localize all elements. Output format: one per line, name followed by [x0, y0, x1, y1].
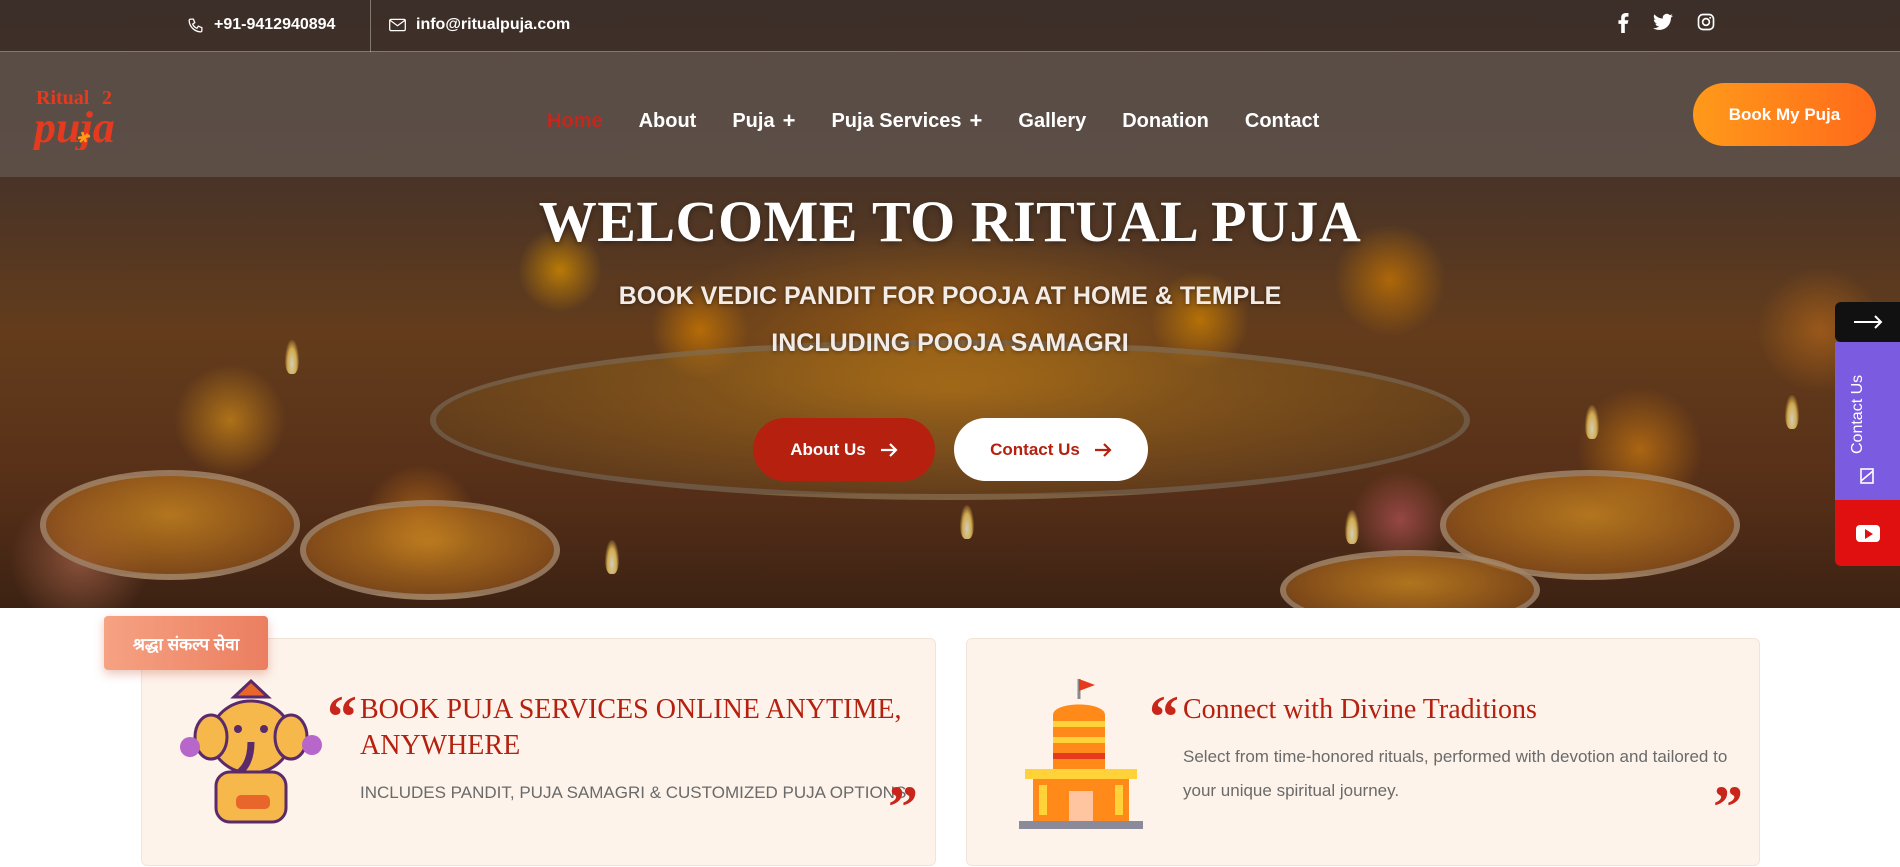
instagram-icon[interactable]: [1697, 13, 1715, 31]
nav-about[interactable]: About: [639, 108, 697, 134]
card2-text: Select from time-honored rituals, perfor…: [1183, 747, 1728, 800]
nav-gallery[interactable]: Gallery: [1018, 108, 1086, 134]
ganesha-illustration: [180, 678, 322, 824]
card1-title: BOOK PUJA SERVICES ONLINE ANYTIME, ANYWH…: [360, 694, 902, 761]
social-links: [1617, 13, 1715, 33]
envelope-icon: [1860, 468, 1874, 484]
youtube-tab[interactable]: [1835, 500, 1900, 566]
phone-number[interactable]: +91-9412940894: [214, 16, 335, 34]
nav-home[interactable]: Home: [547, 108, 603, 134]
twitter-icon[interactable]: [1653, 13, 1673, 31]
primary-nav: Home About Puja + Puja Services + Gallery …: [547, 108, 1355, 134]
nav-puja-services[interactable]: Puja Services +: [831, 108, 982, 134]
quote-close-icon: ”: [888, 774, 918, 840]
arrow-right-icon: [880, 442, 898, 457]
card2-title: Connect with Divine Traditions: [1183, 694, 1537, 725]
temple-illustration: [1019, 679, 1143, 829]
quote-open-icon: “: [1149, 684, 1179, 750]
email-link[interactable]: info@ritualpuja.com: [389, 16, 570, 34]
facebook-icon[interactable]: [1617, 13, 1629, 33]
side-toggle-button[interactable]: [1835, 302, 1900, 342]
side-contact-tab[interactable]: Contact Us: [1835, 342, 1900, 500]
youtube-icon: [1855, 524, 1880, 542]
nav-donation[interactable]: Donation: [1122, 108, 1209, 134]
svg-text:puja: puja: [32, 103, 115, 150]
phone-icon: [188, 17, 203, 33]
feature-card-traditions: “ Connect with Divine Traditions Select …: [966, 638, 1760, 866]
nav-contact[interactable]: Contact: [1245, 108, 1319, 134]
quote-close-icon: ”: [1713, 774, 1743, 840]
shraddha-badge: श्रद्धा संकल्प सेवा: [104, 616, 268, 670]
arrow-right-icon: [1094, 442, 1112, 457]
long-arrow-right-icon: [1853, 315, 1882, 329]
site-logo[interactable]: Ritual 2 puja: [32, 80, 132, 150]
hero-subtitle-line2: INCLUDING POOJA SAMAGRI: [771, 329, 1129, 357]
mail-icon: [389, 18, 406, 32]
card1-text: INCLUDES PANDIT, PUJA SAMAGRI & CUSTOMIZ…: [360, 783, 907, 802]
hero-subtitle-line1: BOOK VEDIC PANDIT FOR POOJA AT HOME & TE…: [618, 282, 1282, 310]
hero-title: WELCOME TO RITUAL PUJA: [538, 189, 1362, 254]
plus-icon: +: [969, 108, 983, 133]
book-my-puja-button[interactable]: Book My Puja: [1693, 83, 1876, 146]
about-us-button[interactable]: About Us: [753, 418, 935, 481]
feature-card-booking: “ BOOK PUJA SERVICES ONLINE ANYTIME, ANY…: [141, 638, 936, 866]
email-address[interactable]: info@ritualpuja.com: [416, 16, 570, 34]
main-navbar: Ritual 2 puja Home About Puja + Puja Serv…: [0, 52, 1900, 177]
quote-open-icon: “: [327, 684, 357, 750]
contact-us-button[interactable]: Contact Us: [954, 418, 1148, 481]
nav-puja[interactable]: Puja +: [732, 108, 795, 134]
plus-icon: +: [782, 108, 796, 133]
side-contact-label: Contact Us: [1849, 374, 1866, 454]
top-bar: +91-9412940894 info@ritualpuja.com: [0, 0, 1900, 52]
phone-link[interactable]: +91-9412940894: [187, 16, 335, 34]
